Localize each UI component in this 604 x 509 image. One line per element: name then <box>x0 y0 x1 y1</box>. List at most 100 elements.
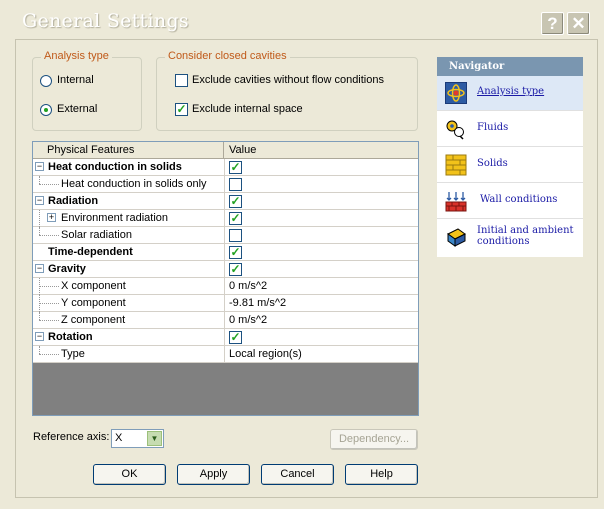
collapse-icon[interactable]: − <box>35 332 44 341</box>
exclude-cavities-label[interactable]: Exclude cavities without flow conditions <box>192 74 384 86</box>
nav-item-wall-conditions[interactable]: Wall conditions <box>437 184 583 219</box>
nav-item-fluids[interactable]: Fluids <box>437 112 583 147</box>
check-icon: ✓ <box>230 160 241 174</box>
column-separator <box>224 210 225 226</box>
column-separator <box>224 261 225 277</box>
nav-label: Solids <box>477 158 508 169</box>
row-label: Time-dependent <box>48 246 133 258</box>
exclude-internal-space-checkbox[interactable]: ✓ <box>175 102 188 116</box>
nav-label: Analysis type <box>477 86 545 97</box>
apply-button[interactable]: Apply <box>177 464 250 485</box>
column-separator <box>224 193 225 209</box>
reference-axis-value: X <box>115 432 123 444</box>
row-label: Type <box>61 348 85 360</box>
analysis-type-group: Analysis type <box>32 50 142 131</box>
nav-label: Fluids <box>477 122 509 133</box>
grid-row-time-dependent[interactable]: Time-dependent ✓ <box>33 244 418 261</box>
environment-radiation-checkbox[interactable]: ✓ <box>229 211 242 225</box>
ok-button[interactable]: OK <box>93 464 166 485</box>
x-component-value[interactable]: 0 m/s^2 <box>229 278 267 294</box>
collapse-icon[interactable]: − <box>35 196 44 205</box>
heat-conduction-checkbox[interactable]: ✓ <box>229 160 242 174</box>
column-header-value[interactable]: Value <box>225 142 256 158</box>
close-button[interactable]: ✕ <box>567 12 590 35</box>
grid-row-y-component[interactable]: Y component -9.81 m/s^2 <box>33 295 418 312</box>
row-label: Rotation <box>48 331 93 343</box>
heat-conduction-only-checkbox[interactable] <box>229 178 242 191</box>
tree-line <box>39 235 59 236</box>
solar-radiation-checkbox[interactable] <box>229 229 242 242</box>
column-header-features[interactable]: Physical Features <box>33 142 224 158</box>
grid-row-gravity[interactable]: − Gravity ✓ <box>33 261 418 278</box>
tree-line <box>39 303 59 304</box>
row-label: Environment radiation <box>61 212 169 224</box>
grid-row-heat-conduction-only[interactable]: Heat conduction in solids only <box>33 176 418 193</box>
tree-line <box>39 312 40 320</box>
tree-line <box>39 354 59 355</box>
column-separator <box>224 176 225 192</box>
nav-item-analysis-type[interactable]: Analysis type <box>437 76 583 111</box>
grid-row-rotation-type[interactable]: Type Local region(s) <box>33 346 418 363</box>
nav-item-initial-ambient[interactable]: Initial and ambient conditions <box>437 220 583 257</box>
grid-row-rotation[interactable]: − Rotation ✓ <box>33 329 418 346</box>
check-icon: ✓ <box>230 245 241 259</box>
close-icon: ✕ <box>571 14 586 33</box>
column-separator <box>224 159 225 175</box>
collapse-icon[interactable]: − <box>35 264 44 273</box>
general-settings-dialog: General Settings ? ✕ Analysis type Inter… <box>0 0 604 509</box>
dependency-button[interactable]: Dependency... <box>330 429 418 450</box>
grid-header: Physical Features Value <box>33 142 418 159</box>
gravity-checkbox[interactable]: ✓ <box>229 262 242 276</box>
row-label: Heat conduction in solids only <box>61 178 207 190</box>
grid-row-x-component[interactable]: X component 0 m/s^2 <box>33 278 418 295</box>
row-label: Y component <box>61 297 126 309</box>
external-radio[interactable] <box>40 104 52 116</box>
nav-item-solids[interactable]: Solids <box>437 148 583 183</box>
rotation-checkbox[interactable]: ✓ <box>229 330 242 344</box>
tree-line <box>39 184 59 185</box>
row-label: Radiation <box>48 195 99 207</box>
time-dependent-checkbox[interactable]: ✓ <box>229 245 242 259</box>
grid-row-heat-conduction[interactable]: − Heat conduction in solids ✓ <box>33 159 418 176</box>
tree-line <box>39 227 40 235</box>
fluids-icon <box>446 120 464 140</box>
external-label[interactable]: External <box>57 103 97 115</box>
exclude-cavities-checkbox[interactable] <box>175 74 188 87</box>
analysis-type-icon <box>445 82 467 104</box>
navigator-panel: Navigator Analysis type Fluids Solids Wa… <box>437 57 583 257</box>
row-label: Solar radiation <box>61 229 132 241</box>
tree-line <box>39 320 59 321</box>
grid-row-environment-radiation[interactable]: + Environment radiation ✓ <box>33 210 418 227</box>
closed-cavities-legend: Consider closed cavities <box>165 50 290 62</box>
collapse-icon[interactable]: − <box>35 162 44 171</box>
question-icon: ? <box>547 14 558 33</box>
grid-row-radiation[interactable]: − Radiation ✓ <box>33 193 418 210</box>
chevron-down-icon[interactable]: ▼ <box>147 431 162 446</box>
nav-label: Wall conditions <box>480 194 558 205</box>
y-component-value[interactable]: -9.81 m/s^2 <box>229 295 286 311</box>
tree-line <box>39 210 40 227</box>
physical-features-grid[interactable]: Physical Features Value − Heat conductio… <box>32 141 419 416</box>
radiation-checkbox[interactable]: ✓ <box>229 194 242 208</box>
column-separator <box>224 278 225 294</box>
exclude-internal-space-label[interactable]: Exclude internal space <box>192 103 303 115</box>
tree-line <box>39 346 40 354</box>
reference-axis-select[interactable]: X ▼ <box>111 429 164 448</box>
tree-line <box>39 286 59 287</box>
internal-label[interactable]: Internal <box>57 74 94 86</box>
grid-row-z-component[interactable]: Z component 0 m/s^2 <box>33 312 418 329</box>
expand-icon[interactable]: + <box>47 213 56 222</box>
internal-radio[interactable] <box>40 75 52 87</box>
nav-label: Initial and ambient conditions <box>477 225 574 247</box>
check-icon: ✓ <box>230 211 241 225</box>
closed-cavities-group: Consider closed cavities <box>156 50 418 131</box>
title-bar[interactable]: General Settings ? ✕ <box>0 0 604 40</box>
help-button[interactable]: Help <box>345 464 418 485</box>
column-separator <box>224 312 225 328</box>
z-component-value[interactable]: 0 m/s^2 <box>229 312 267 328</box>
cancel-button[interactable]: Cancel <box>261 464 334 485</box>
grid-row-solar-radiation[interactable]: Solar radiation <box>33 227 418 244</box>
rotation-type-value[interactable]: Local region(s) <box>229 346 302 362</box>
help-title-button[interactable]: ? <box>541 12 564 35</box>
column-separator <box>224 329 225 345</box>
